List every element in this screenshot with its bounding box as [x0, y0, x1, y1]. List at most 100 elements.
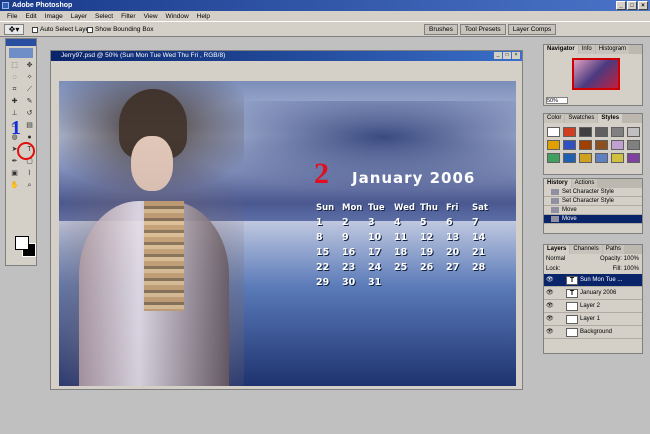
eye-icon[interactable]: 👁: [546, 316, 554, 323]
color-picker[interactable]: [15, 236, 37, 258]
date-cell: 4: [394, 217, 401, 228]
navigator-panel: Navigator Info Histogram 50%: [543, 44, 643, 106]
tab-styles[interactable]: Styles: [598, 114, 623, 123]
menu-help[interactable]: Help: [193, 13, 214, 20]
close-icon[interactable]: ×: [638, 1, 648, 10]
layer-row[interactable]: 👁 T Sun Mon Tue ...: [544, 274, 642, 287]
tab-channels[interactable]: Channels: [570, 245, 602, 254]
style-swatch[interactable]: [547, 140, 560, 150]
tab-navigator[interactable]: Navigator: [544, 45, 578, 54]
move-tool-icon[interactable]: ✥: [23, 60, 36, 71]
menu-file[interactable]: File: [3, 13, 21, 20]
eye-icon[interactable]: 👁: [546, 329, 554, 336]
layer-row[interactable]: 👁 T January 2006: [544, 287, 642, 300]
style-swatches: [544, 123, 642, 167]
style-swatch[interactable]: [595, 153, 608, 163]
history-item[interactable]: Move: [544, 206, 642, 215]
doc-minimize-icon[interactable]: _: [494, 52, 502, 59]
style-swatch[interactable]: [627, 153, 640, 163]
tab-actions[interactable]: Actions: [571, 179, 598, 188]
style-swatch[interactable]: [579, 140, 592, 150]
document-titlebar[interactable]: Jerry97.psd @ 50% (Sun Mon Tue Wed Thu F…: [51, 51, 522, 61]
adobe-logo[interactable]: [9, 48, 33, 58]
tab-info[interactable]: Info: [578, 45, 595, 54]
eye-icon[interactable]: 👁: [546, 303, 554, 310]
tab-history[interactable]: History: [544, 179, 571, 188]
style-swatch[interactable]: [563, 153, 576, 163]
notes-tool-icon[interactable]: ▣: [8, 168, 21, 179]
slice-tool-icon[interactable]: ⟋: [23, 84, 36, 95]
minimize-icon[interactable]: _: [616, 1, 626, 10]
date-cell: 25: [394, 262, 408, 273]
style-swatch[interactable]: [595, 140, 608, 150]
layer-row[interactable]: 👁 Layer 1: [544, 313, 642, 326]
eye-icon[interactable]: 👁: [546, 290, 554, 297]
style-swatch[interactable]: [579, 127, 592, 137]
lasso-tool-icon[interactable]: ◌: [8, 72, 21, 83]
layer-name: Sun Mon Tue ...: [580, 277, 623, 283]
menu-select[interactable]: Select: [91, 13, 117, 20]
style-swatch[interactable]: [611, 140, 624, 150]
date-cell: 9: [342, 232, 349, 243]
fill-field[interactable]: 100%: [624, 266, 639, 272]
checkbox-box[interactable]: [87, 26, 93, 33]
magic-wand-tool-icon[interactable]: ✧: [23, 72, 36, 83]
menu-edit[interactable]: Edit: [21, 13, 40, 20]
style-swatch[interactable]: [611, 127, 624, 137]
menu-layer[interactable]: Layer: [67, 13, 91, 20]
layer-name: January 2006: [580, 290, 617, 296]
opacity-field[interactable]: 100%: [624, 256, 639, 262]
history-brush-tool-icon[interactable]: ↺: [23, 108, 36, 119]
toolbox-header[interactable]: [6, 39, 36, 46]
blend-mode-select[interactable]: Normal: [546, 254, 565, 264]
tab-layers[interactable]: Layers: [544, 245, 570, 254]
tab-tool-presets[interactable]: Tool Presets: [459, 24, 506, 35]
crop-tool-icon[interactable]: ⌗: [8, 84, 21, 95]
history-item[interactable]: Set Character Style: [544, 197, 642, 206]
history-item[interactable]: Set Character Style: [544, 188, 642, 197]
move-tool-preset-icon[interactable]: ✥▾: [4, 24, 24, 35]
style-swatch[interactable]: [547, 153, 560, 163]
tab-paths[interactable]: Paths: [602, 245, 625, 254]
tab-histogram[interactable]: Histogram: [595, 45, 630, 54]
history-state-icon: [551, 216, 559, 222]
foreground-color[interactable]: [15, 236, 29, 250]
navigator-thumbnail[interactable]: [572, 58, 620, 90]
tab-layer-comps[interactable]: Layer Comps: [507, 24, 557, 35]
style-swatch[interactable]: [563, 140, 576, 150]
zoom-tool-icon[interactable]: ⌕: [23, 180, 36, 191]
style-swatch[interactable]: [547, 127, 560, 137]
style-swatch[interactable]: [627, 140, 640, 150]
marquee-tool-icon[interactable]: ⬚: [8, 60, 21, 71]
tab-color[interactable]: Color: [544, 114, 565, 123]
zoom-field[interactable]: 50%: [546, 97, 568, 104]
style-swatch[interactable]: [627, 127, 640, 137]
eye-icon[interactable]: 👁: [546, 277, 554, 284]
menu-window[interactable]: Window: [162, 13, 193, 20]
style-swatch[interactable]: [611, 153, 624, 163]
healing-brush-tool-icon[interactable]: ✚: [8, 96, 21, 107]
menu-filter[interactable]: Filter: [117, 13, 139, 20]
brush-tool-icon[interactable]: ✎: [23, 96, 36, 107]
maximize-icon[interactable]: □: [627, 1, 637, 10]
style-swatch[interactable]: [579, 153, 592, 163]
menu-view[interactable]: View: [140, 13, 162, 20]
layer-row[interactable]: 👁 Background: [544, 326, 642, 339]
layer-row[interactable]: 👁 Layer 2: [544, 300, 642, 313]
menu-image[interactable]: Image: [41, 13, 67, 20]
checkbox-box[interactable]: [32, 26, 38, 33]
tab-brushes[interactable]: Brushes: [424, 24, 458, 35]
fill-label: Fill:: [612, 266, 622, 272]
style-swatch[interactable]: [563, 127, 576, 137]
bounding-box-checkbox[interactable]: Show Bounding Box: [87, 26, 154, 33]
style-swatch[interactable]: [595, 127, 608, 137]
history-item-selected[interactable]: Move: [544, 215, 642, 224]
image-canvas[interactable]: 2 January 2006 Sun Mon Tue Wed Thu Fri S…: [59, 81, 516, 386]
gradient-tool-icon[interactable]: ▤: [23, 120, 36, 131]
tab-swatches[interactable]: Swatches: [565, 114, 598, 123]
hand-tool-icon[interactable]: ✋: [8, 180, 21, 191]
doc-maximize-icon[interactable]: □: [503, 52, 511, 59]
doc-close-icon[interactable]: ×: [512, 52, 520, 59]
eyedropper-tool-icon[interactable]: ⌇: [23, 168, 36, 179]
auto-select-checkbox[interactable]: Auto Select Layer: [32, 26, 91, 33]
